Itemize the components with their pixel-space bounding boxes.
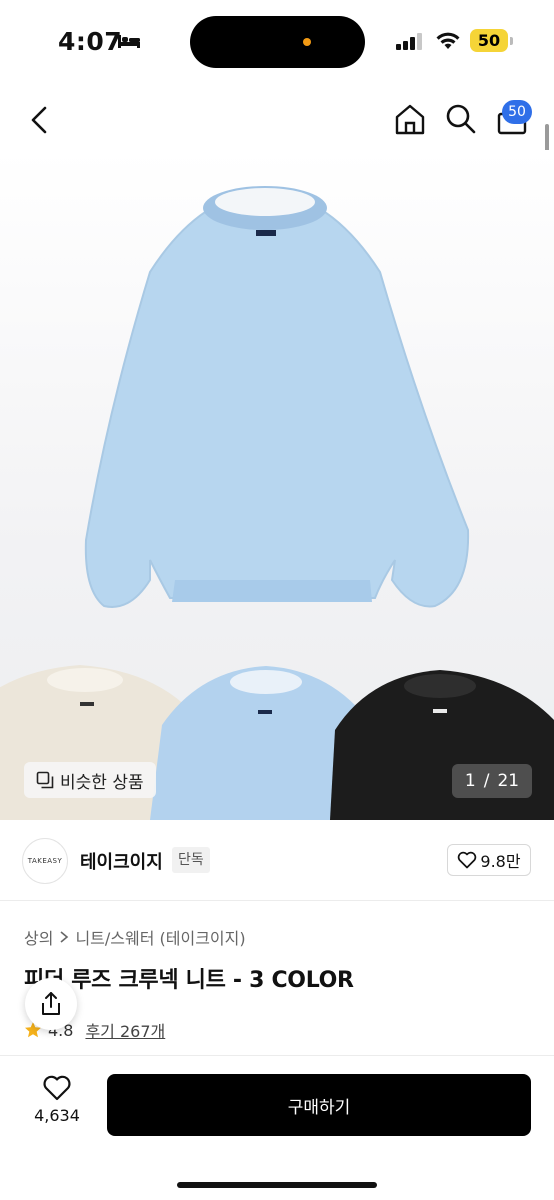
exclusive-badge: 단독 xyxy=(172,847,210,873)
review-count-link[interactable]: 후기 267개 xyxy=(85,1018,165,1042)
status-time: 4:07 xyxy=(58,27,123,56)
brand-name[interactable]: 테이크이지 xyxy=(80,848,163,874)
chevron-right-icon xyxy=(60,931,69,943)
current-page: 1 xyxy=(464,771,476,791)
battery-tip xyxy=(510,37,513,45)
product-title: 피더 루즈 크루넥 니트 - 3 COLOR xyxy=(24,968,354,993)
signal-icon xyxy=(396,33,422,50)
heart-icon xyxy=(458,851,477,869)
brand-row: TAKEASY 테이크이지 단독 9.8만 xyxy=(0,836,554,888)
page-separator: / xyxy=(483,771,490,791)
heart-icon xyxy=(43,1075,71,1101)
share-icon xyxy=(42,992,60,1015)
similar-items-button[interactable]: 비슷한 상품 xyxy=(24,762,156,798)
brand-logo[interactable]: TAKEASY xyxy=(22,838,68,884)
dynamic-island xyxy=(190,16,365,68)
wishlist-button[interactable]: 4,634 xyxy=(28,1074,86,1138)
breadcrumb-item-knit[interactable]: 니트/스웨터 (테이크이지) xyxy=(75,925,245,949)
search-icon[interactable] xyxy=(443,101,479,137)
breadcrumb-item-top[interactable]: 상의 xyxy=(24,925,53,949)
brand-logo-text: TAKEASY xyxy=(27,857,63,865)
total-pages: 21 xyxy=(497,771,520,791)
home-indicator xyxy=(177,1182,377,1188)
breadcrumb: 상의 니트/스웨터 (테이크이지) xyxy=(24,925,246,949)
similar-items-label: 비슷한 상품 xyxy=(60,772,144,793)
home-icon[interactable] xyxy=(392,101,428,137)
brand-like-button[interactable]: 9.8만 xyxy=(447,844,531,876)
cart-badge: 50 xyxy=(502,100,532,124)
wishlist-count: 4,634 xyxy=(34,1106,80,1125)
recording-dot-icon xyxy=(303,38,311,46)
share-button[interactable] xyxy=(25,978,77,1030)
product-photo xyxy=(0,186,554,820)
main-sweater-image xyxy=(84,186,470,608)
nav-bar xyxy=(0,90,554,150)
battery-indicator: 50 xyxy=(470,29,508,52)
brand-like-count: 9.8만 xyxy=(480,852,521,871)
section-divider xyxy=(0,900,554,901)
wifi-icon xyxy=(436,32,460,49)
bed-icon xyxy=(118,35,140,48)
buy-button[interactable]: 구매하기 xyxy=(107,1074,531,1136)
bottom-purchase-bar: 4,634 구매하기 xyxy=(0,1055,554,1200)
back-icon[interactable] xyxy=(22,102,58,138)
image-page-indicator: 1 / 21 xyxy=(452,764,532,798)
similar-items-icon xyxy=(36,771,54,789)
status-bar: 4:07 50 xyxy=(0,0,554,84)
product-image-carousel[interactable] xyxy=(0,150,554,820)
